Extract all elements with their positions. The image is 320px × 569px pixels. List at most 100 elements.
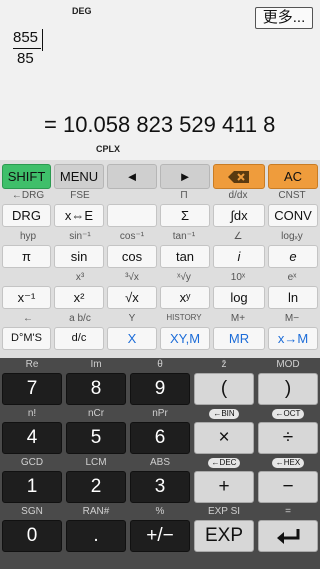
digit-7-button[interactable]: 7 (2, 373, 62, 405)
decimal-point-button[interactable]: . (66, 520, 126, 552)
sec-label-back: ← (23, 313, 33, 324)
subtract-button[interactable]: − (258, 471, 318, 503)
sec-label-npr: nPr (152, 408, 168, 419)
row1-secondary: ←DRG FSE Π d/dx CNST (0, 190, 320, 203)
store-memory-button[interactable]: x→M (268, 327, 318, 350)
cursor-left-button[interactable]: ◄ (107, 164, 157, 189)
blank-button[interactable] (107, 204, 157, 227)
x-e-swap-button[interactable]: x⇔E (54, 204, 104, 227)
digit-5-button[interactable]: 5 (66, 422, 126, 454)
angle-mode-indicator: DEG (72, 6, 92, 16)
sec-label-hyp: hyp (19, 231, 37, 242)
sec-label-conjugate: z̄ (221, 359, 227, 370)
result-value: = 10.058 823 529 411 8 (44, 112, 276, 137)
text-cursor (42, 29, 43, 51)
sum-button[interactable]: Σ (160, 204, 210, 227)
all-clear-button[interactable]: AC (268, 164, 318, 189)
sec-label-ran: RAN# (82, 506, 110, 517)
square-button[interactable]: x² (54, 286, 104, 309)
hex-pill: ←HEX (271, 458, 305, 468)
log-button[interactable]: log (213, 286, 265, 309)
variable-xym-button[interactable]: XY,M (160, 327, 210, 350)
imaginary-unit-button[interactable]: i (213, 245, 265, 268)
digit-6-button[interactable]: 6 (130, 422, 190, 454)
sec-label-oct: ←OCT (258, 408, 318, 419)
sec-label-logxy: logₓy (281, 231, 303, 242)
sec-label-ncr: nCr (87, 408, 105, 419)
ln-button[interactable]: ln (268, 286, 318, 309)
sec-label-abc: a b/c (69, 313, 91, 324)
pi-button[interactable]: π (2, 245, 51, 268)
power-button[interactable]: xʸ (160, 286, 210, 309)
memory-recall-button[interactable]: MR (213, 327, 265, 350)
negate-button[interactable]: +/− (130, 520, 190, 552)
backspace-icon (228, 171, 249, 183)
shift-button[interactable]: SHIFT (2, 164, 51, 189)
sec-label-cnst: CNST (278, 190, 306, 201)
sec-label-percent: % (155, 506, 165, 517)
digit-8-button[interactable]: 8 (66, 373, 126, 405)
row2-secondary: hyp sin⁻¹ cos⁻¹ tan⁻¹ ∠ logₓy (0, 231, 320, 244)
sec-label-cube-root: ³√x (125, 272, 139, 283)
sec-label-lcm: LCM (85, 457, 107, 468)
fraction-button[interactable]: d/c (54, 327, 104, 350)
digit-1-button[interactable]: 1 (2, 471, 62, 503)
dec-pill: ←DEC (207, 458, 241, 468)
more-button[interactable]: 更多... (255, 7, 313, 29)
divide-button[interactable]: ÷ (258, 422, 318, 454)
square-root-button[interactable]: √x (107, 286, 157, 309)
numeric-keypad: Re Im θ z̄ MOD 7 8 9 ( ) n! nCr nPr ←BIN… (0, 358, 320, 569)
row2-keys: π sin cos tan i e (0, 245, 320, 268)
add-button[interactable]: + (194, 471, 254, 503)
sec-label-bin: ←BIN (194, 408, 254, 419)
row5-secondary: Re Im θ z̄ MOD (0, 359, 320, 372)
integral-button[interactable]: ∫dx (213, 204, 265, 227)
sin-button[interactable]: sin (54, 245, 104, 268)
enter-button[interactable] (258, 520, 318, 552)
open-paren-button[interactable]: ( (194, 373, 254, 405)
exp-button[interactable]: EXP (194, 520, 254, 552)
row5-keys: 7 8 9 ( ) (0, 373, 320, 405)
sec-label-abs: ABS (149, 457, 170, 468)
digit-2-button[interactable]: 2 (66, 471, 126, 503)
sec-label-history: HISTORY (166, 313, 202, 322)
sec-label-sgn: SGN (21, 506, 43, 517)
sec-label-asin: sin⁻¹ (69, 231, 91, 242)
dms-button[interactable]: D°M'S (2, 327, 51, 350)
calculator-display: DEG 更多... 855 85 = 10.058 823 529 411 8 … (0, 0, 320, 160)
digit-0-button[interactable]: 0 (2, 520, 62, 552)
complex-mode-indicator: CPLX (96, 144, 121, 154)
reciprocal-button[interactable]: x⁻¹ (2, 286, 51, 309)
function-keypad: SHIFT MENU ◄ ► AC ←DRG FSE Π d/dx CNST D… (0, 160, 320, 358)
drg-button[interactable]: DRG (2, 204, 51, 227)
cos-button[interactable]: cos (107, 245, 157, 268)
cursor-right-button[interactable]: ► (160, 164, 210, 189)
conv-button[interactable]: CONV (268, 204, 318, 227)
sec-label-derivative: d/dx (228, 190, 248, 201)
sec-label-equals: = (285, 506, 291, 517)
control-row: SHIFT MENU ◄ ► AC (0, 164, 320, 189)
digit-9-button[interactable]: 9 (130, 373, 190, 405)
row7-secondary: GCD LCM ABS ←DEC ←HEX (0, 457, 320, 470)
sec-label-cube: x³ (75, 272, 85, 283)
digit-4-button[interactable]: 4 (2, 422, 62, 454)
fraction-numerator: 855 (13, 29, 39, 46)
sec-label-mod: MOD (276, 359, 300, 370)
sec-label-drg: ←DRG (11, 190, 45, 201)
euler-e-button[interactable]: e (268, 245, 318, 268)
menu-button[interactable]: MENU (54, 164, 104, 189)
backspace-button[interactable] (213, 164, 265, 189)
sec-label-fse: FSE (70, 190, 90, 201)
sec-label-mminus: M− (284, 313, 300, 324)
digit-3-button[interactable]: 3 (130, 471, 190, 503)
sec-label-im: Im (90, 359, 102, 370)
sec-label-y: Y (128, 313, 136, 324)
sec-label-mplus: M+ (230, 313, 246, 324)
variable-x-button[interactable]: X (107, 327, 157, 350)
row1-keys: DRG x⇔E Σ ∫dx CONV (0, 204, 320, 227)
tan-button[interactable]: tan (160, 245, 210, 268)
input-fraction[interactable]: 855 85 (13, 30, 43, 67)
multiply-button[interactable]: × (194, 422, 254, 454)
close-paren-button[interactable]: ) (258, 373, 318, 405)
sec-label-exp: eˣ (287, 272, 297, 283)
